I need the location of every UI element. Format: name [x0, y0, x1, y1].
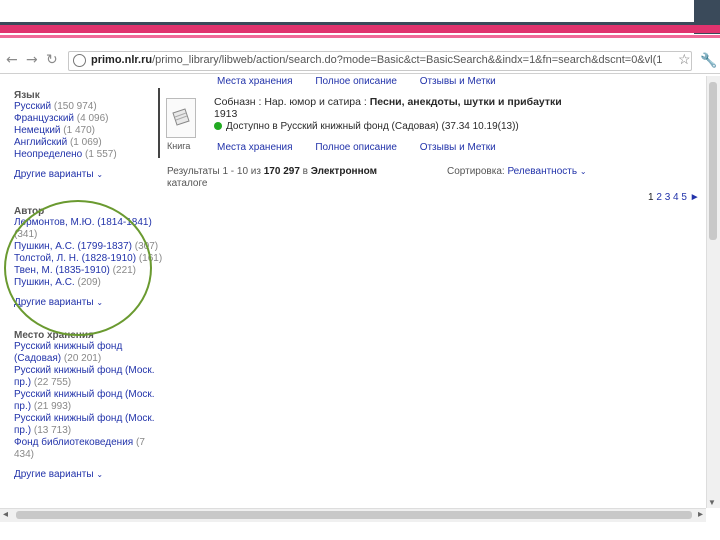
result-links: Места хранения Полное описание Отзывы и … [217, 142, 516, 153]
url-text: primo.nlr.ru/primo_library/libweb/action… [91, 54, 663, 66]
facet-list-language: Русский (150 974) Французский (4 096) Не… [14, 101, 164, 161]
facet-title-language: Язык [14, 90, 40, 101]
link-locations[interactable]: Места хранения [217, 76, 293, 87]
facet-item[interactable]: Немецкий (1 470) [14, 125, 164, 137]
page-link[interactable]: 4 [673, 192, 679, 203]
result-title-plain: Собназн : Нар. юмор и сатира : [214, 96, 370, 108]
chevron-down-icon: ⌄ [96, 470, 104, 479]
vertical-scroll-thumb[interactable] [709, 82, 717, 240]
facet-item[interactable]: Русский книжный фонд (Моск. пр.) (13 713… [14, 413, 164, 437]
link-full-record[interactable]: Полное описание [315, 142, 397, 153]
link-reviews[interactable]: Отзывы и Метки [420, 142, 496, 153]
facet-item[interactable]: Русский (150 974) [14, 101, 164, 113]
facet-item[interactable]: Французский (4 096) [14, 113, 164, 125]
result-title-bold: Песни, анекдоты, шутки и прибаутки [369, 96, 562, 108]
horizontal-scroll-thumb[interactable] [16, 511, 692, 519]
book-icon[interactable] [166, 98, 196, 138]
facet-more-location[interactable]: Другие варианты ⌄ [14, 469, 164, 480]
page-current: 1 [648, 192, 654, 203]
address-bar[interactable]: primo.nlr.ru/primo_library/libweb/action… [68, 51, 692, 71]
facet-list-location: Русский книжный фонд (Садовая) (20 201) … [14, 341, 164, 461]
results-summary: Результаты 1 - 10 из 170 297 в Электронн… [167, 166, 378, 189]
link-locations[interactable]: Места хранения [217, 142, 293, 153]
annotation-circle [4, 200, 152, 336]
sort-label: Сортировка: [447, 166, 505, 177]
page-link[interactable]: 5 [681, 192, 687, 203]
header-pink-line [0, 35, 720, 38]
header-pink-bar [0, 25, 720, 33]
availability-status[interactable]: Доступно в Русский книжный фонд (Садовая… [214, 121, 519, 132]
scroll-down-icon[interactable]: ▼ [708, 498, 716, 507]
link-reviews[interactable]: Отзывы и Метки [420, 76, 496, 87]
page-link[interactable]: 3 [665, 192, 671, 203]
wrench-icon[interactable]: 🔧 [700, 52, 717, 69]
top-banner [0, 0, 720, 22]
scroll-left-icon[interactable]: ◂ [3, 509, 8, 520]
reload-icon[interactable]: ↻ [46, 52, 58, 68]
scroll-right-icon[interactable]: ▸ [698, 509, 703, 520]
prev-result-links: Места хранения Полное описание Отзывы и … [217, 76, 516, 87]
globe-icon [73, 54, 86, 67]
facet-item[interactable]: Фонд библиотековедения (7 434) [14, 437, 164, 461]
forward-icon[interactable]: → [26, 52, 38, 68]
star-icon[interactable]: ☆ [678, 51, 691, 68]
chevron-down-icon: ⌄ [96, 170, 104, 179]
browser-nav-bar: ← → ↻ primo.nlr.ru/primo_library/libweb/… [0, 48, 720, 74]
pagination: 1 2 3 4 5 ► [648, 192, 700, 203]
facet-item[interactable]: Русский книжный фонд (Моск. пр.) (21 993… [14, 389, 164, 413]
result-title[interactable]: Собназн : Нар. юмор и сатира : Песни, ан… [214, 96, 564, 120]
sort-control[interactable]: Сортировка: Релевантность ⌄ [447, 166, 587, 177]
page-link[interactable]: 2 [656, 192, 662, 203]
chevron-down-icon: ⌄ [579, 167, 587, 176]
back-icon[interactable]: ← [6, 52, 18, 68]
result-year: 1913 [214, 108, 238, 120]
sort-value[interactable]: Релевантность [507, 166, 577, 177]
facet-item[interactable]: Английский (1 069) [14, 137, 164, 149]
facet-more-language[interactable]: Другие варианты ⌄ [14, 169, 164, 180]
facet-item[interactable]: Неопределено (1 557) [14, 149, 164, 161]
facet-item[interactable]: Русский книжный фонд (Садовая) (20 201) [14, 341, 164, 365]
next-page-icon[interactable]: ► [690, 192, 700, 203]
result-divider [158, 88, 160, 158]
material-type-label: Книга [167, 141, 191, 151]
available-dot-icon [214, 122, 222, 131]
link-full-record[interactable]: Полное описание [315, 76, 397, 87]
facet-item[interactable]: Русский книжный фонд (Моск. пр.) (22 755… [14, 365, 164, 389]
